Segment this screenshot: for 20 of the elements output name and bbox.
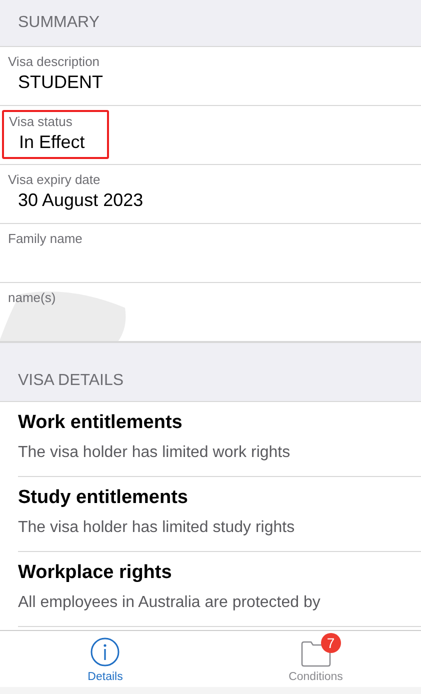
info-icon [90, 637, 120, 667]
item-description: The visa holder has limited study rights [18, 519, 296, 537]
section-header: SUMMARY [0, 0, 421, 47]
field-label: name(s) [8, 290, 56, 305]
field-label: Visa status [9, 114, 74, 129]
item-title: Work entitlements [18, 412, 184, 434]
item-description: The visa holder has limited work rights [18, 444, 292, 462]
field-label: Visa expiry date [8, 172, 102, 187]
section-header: VISA DETAILS [0, 342, 421, 402]
tab[interactable]: Details [0, 631, 210, 687]
notification-badge: 7 [320, 633, 341, 653]
field-label: Family name [8, 231, 82, 246]
item-title: Workplace rights [18, 562, 173, 584]
item-title: Study entitlements [18, 487, 189, 509]
field-value: STUDENT [18, 72, 103, 93]
tab[interactable]: 7 Conditions [210, 631, 421, 687]
field-value: In Effect [19, 132, 85, 153]
field-value: 30 August 2023 [18, 190, 144, 211]
item-description: All employees in Australia are protected by [18, 594, 322, 612]
field-label: Visa description [8, 54, 101, 69]
